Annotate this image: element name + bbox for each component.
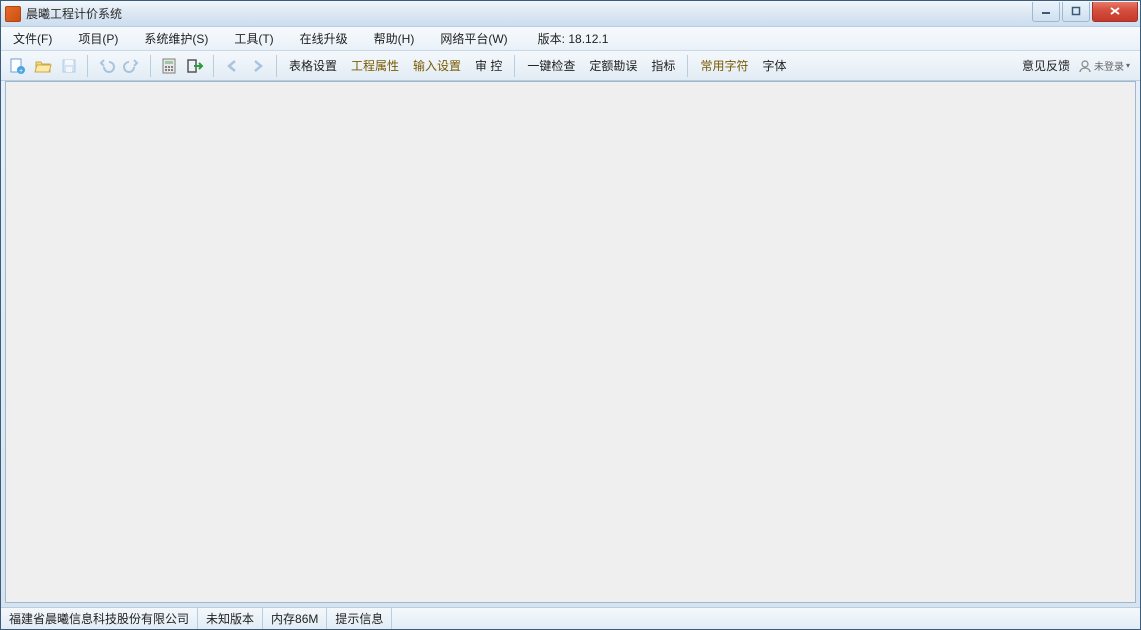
nav-forward-button[interactable] xyxy=(246,54,270,78)
close-button[interactable] xyxy=(1092,2,1138,22)
audit-button[interactable]: 审 控 xyxy=(469,54,508,78)
status-version: 未知版本 xyxy=(198,608,263,629)
window-title: 晨曦工程计价系统 xyxy=(26,5,122,22)
menu-upgrade[interactable]: 在线升级 xyxy=(296,28,352,49)
font-button[interactable]: 字体 xyxy=(756,54,792,78)
toolbar-separator xyxy=(87,55,88,77)
menu-network[interactable]: 网络平台(W) xyxy=(436,28,511,49)
exit-icon xyxy=(186,57,204,75)
nav-back-button[interactable] xyxy=(220,54,244,78)
indicator-button[interactable]: 指标 xyxy=(645,54,681,78)
new-file-icon: + xyxy=(8,57,26,75)
new-button[interactable]: + xyxy=(5,54,29,78)
redo-button[interactable] xyxy=(120,54,144,78)
toolbar-separator xyxy=(213,55,214,77)
project-properties-button[interactable]: 工程属性 xyxy=(345,54,405,78)
status-hint: 提示信息 xyxy=(327,608,392,629)
calculator-button[interactable] xyxy=(157,54,181,78)
save-icon xyxy=(60,57,78,75)
open-button[interactable] xyxy=(31,54,55,78)
window-controls xyxy=(1032,2,1140,22)
toolbar-separator xyxy=(514,55,515,77)
chevron-down-icon: ▾ xyxy=(1126,61,1130,70)
table-settings-button[interactable]: 表格设置 xyxy=(283,54,343,78)
menu-tools[interactable]: 工具(T) xyxy=(230,28,277,49)
statusbar: 福建省晨曦信息科技股份有限公司 未知版本 内存86M 提示信息 xyxy=(1,607,1140,629)
undo-button[interactable] xyxy=(94,54,118,78)
common-chars-button[interactable]: 常用字符 xyxy=(694,54,754,78)
status-company: 福建省晨曦信息科技股份有限公司 xyxy=(1,608,198,629)
titlebar: 晨曦工程计价系统 xyxy=(1,1,1140,27)
menu-project[interactable]: 项目(P) xyxy=(74,28,122,49)
menu-maintenance[interactable]: 系统维护(S) xyxy=(140,28,212,49)
quota-errata-button[interactable]: 定额勘误 xyxy=(583,54,643,78)
toolbar: + xyxy=(1,51,1140,81)
menu-file[interactable]: 文件(F) xyxy=(9,28,56,49)
app-window: 晨曦工程计价系统 文件(F) 项目(P) 系统维护(S) 工具(T) 在线升级 … xyxy=(0,0,1141,630)
folder-open-icon xyxy=(34,57,52,75)
app-icon xyxy=(5,6,21,22)
arrow-right-icon xyxy=(249,57,267,75)
undo-icon xyxy=(97,57,115,75)
close-icon xyxy=(1109,6,1121,16)
one-click-check-button[interactable]: 一键检查 xyxy=(521,54,581,78)
menu-help[interactable]: 帮助(H) xyxy=(370,28,419,49)
maximize-icon xyxy=(1071,6,1081,16)
svg-text:+: + xyxy=(19,68,23,75)
maximize-button[interactable] xyxy=(1062,2,1090,22)
redo-icon xyxy=(123,57,141,75)
minimize-button[interactable] xyxy=(1032,2,1060,22)
calculator-icon xyxy=(160,57,178,75)
feedback-button[interactable]: 意见反馈 xyxy=(1016,54,1076,78)
content-area xyxy=(5,81,1136,603)
user-status-label: 未登录 xyxy=(1094,58,1124,73)
toolbar-separator xyxy=(687,55,688,77)
status-memory: 内存86M xyxy=(263,608,327,629)
minimize-icon xyxy=(1041,6,1051,16)
toolbar-separator xyxy=(150,55,151,77)
input-settings-button[interactable]: 输入设置 xyxy=(407,54,467,78)
user-icon xyxy=(1078,59,1092,73)
save-button[interactable] xyxy=(57,54,81,78)
arrow-left-icon xyxy=(223,57,241,75)
user-status-button[interactable]: 未登录 ▾ xyxy=(1078,58,1136,73)
exit-button[interactable] xyxy=(183,54,207,78)
menubar: 文件(F) 项目(P) 系统维护(S) 工具(T) 在线升级 帮助(H) 网络平… xyxy=(1,27,1140,51)
toolbar-separator xyxy=(276,55,277,77)
version-label: 版本: 18.12.1 xyxy=(534,28,613,49)
